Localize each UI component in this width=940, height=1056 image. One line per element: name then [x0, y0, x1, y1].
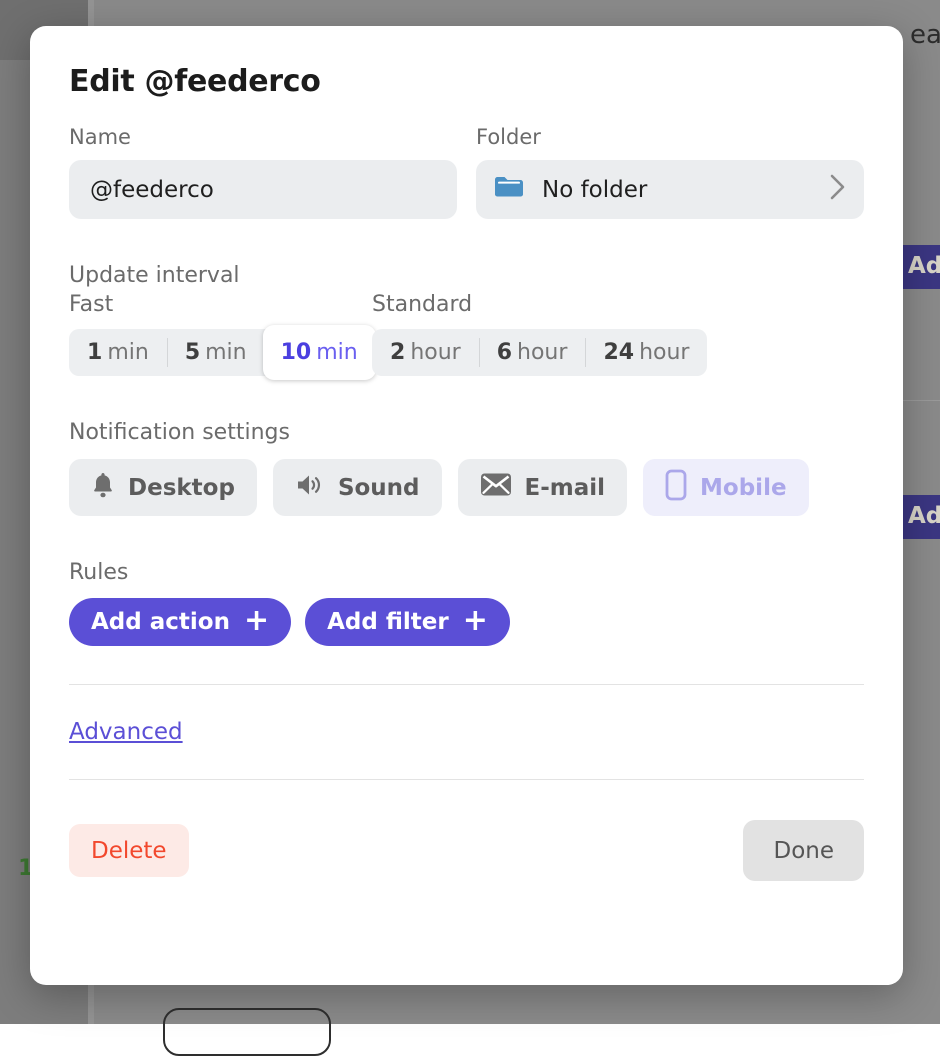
interval-option-unit: min [316, 340, 358, 365]
add-filter-button[interactable]: Add filter + [305, 598, 510, 646]
interval-option-number: 10 [281, 340, 312, 365]
name-label: Name [69, 125, 457, 149]
interval-option-2hour[interactable]: 2 hour [372, 329, 479, 376]
add-filter-label: Add filter [327, 609, 449, 635]
divider-above-advanced [69, 684, 864, 685]
interval-option-number: 5 [185, 340, 200, 365]
notification-chip-desktop[interactable]: Desktop [69, 459, 257, 516]
done-button[interactable]: Done [743, 820, 864, 881]
folder-field-group: Folder No folder [476, 125, 864, 219]
background-add-button[interactable]: Add [900, 245, 940, 289]
notification-chip-mobile[interactable]: Mobile [643, 459, 809, 516]
folder-icon [494, 175, 524, 205]
update-interval-groups: Fast 1 min 5 min 10 min Standard [69, 292, 864, 376]
interval-option-1min[interactable]: 1 min [69, 329, 167, 376]
interval-option-unit: hour [639, 340, 689, 365]
interval-option-unit: hour [517, 340, 567, 365]
divider-below-advanced [69, 779, 864, 780]
advanced-link[interactable]: Advanced [69, 719, 183, 745]
interval-group-standard: Standard 2 hour 6 hour 24 hour [372, 292, 707, 376]
notification-settings-label: Notification settings [69, 420, 864, 445]
interval-option-6hour[interactable]: 6 hour [479, 329, 586, 376]
add-action-label: Add action [91, 609, 230, 635]
edit-feed-dialog: Edit @feederco Name @feederco Folder No … [30, 26, 903, 985]
interval-segmented-fast: 1 min 5 min 10 min [69, 329, 374, 376]
rules-buttons: Add action + Add filter + [69, 598, 864, 646]
name-input[interactable]: @feederco [69, 160, 457, 219]
name-field-group: Name @feederco [69, 125, 457, 219]
envelope-icon [480, 472, 512, 503]
interval-option-unit: min [205, 340, 247, 365]
interval-option-unit: min [107, 340, 149, 365]
notification-chips: Desktop Sound E-mail [69, 459, 864, 516]
interval-option-number: 1 [87, 340, 102, 365]
chevron-right-icon [829, 173, 846, 207]
phone-icon [665, 469, 687, 507]
background-add-button[interactable]: Add [900, 495, 940, 539]
interval-group-standard-label: Standard [372, 292, 707, 317]
interval-option-number: 6 [497, 340, 512, 365]
interval-group-fast: Fast 1 min 5 min 10 min [69, 292, 372, 376]
background-pill[interactable] [163, 1008, 331, 1056]
delete-button[interactable]: Delete [69, 824, 189, 877]
notification-chip-email[interactable]: E-mail [458, 459, 628, 516]
interval-option-24hour[interactable]: 24 hour [585, 329, 707, 376]
folder-value: No folder [542, 177, 647, 203]
interval-option-unit: hour [410, 340, 460, 365]
interval-option-number: 2 [390, 340, 405, 365]
add-action-button[interactable]: Add action + [69, 598, 291, 646]
folder-select[interactable]: No folder [476, 160, 864, 219]
interval-option-number: 24 [603, 340, 634, 365]
interval-option-5min[interactable]: 5 min [167, 329, 265, 376]
interval-group-fast-label: Fast [69, 292, 372, 317]
plus-icon: + [244, 606, 269, 636]
folder-label: Folder [476, 125, 864, 149]
speaker-icon [295, 472, 325, 504]
name-folder-row: Name @feederco Folder No folder [69, 125, 864, 219]
notification-chip-label: Sound [338, 475, 420, 501]
dialog-footer: Delete Done [69, 820, 864, 881]
notification-chip-sound[interactable]: Sound [273, 459, 442, 516]
name-input-value: @feederco [90, 177, 214, 203]
interval-segmented-standard: 2 hour 6 hour 24 hour [372, 329, 707, 376]
bell-icon [91, 471, 115, 505]
notification-chip-label: Desktop [128, 475, 235, 501]
dialog-title: Edit @feederco [69, 64, 864, 99]
rules-label: Rules [69, 560, 864, 585]
notification-chip-label: E-mail [525, 475, 606, 501]
background-heading-clipped: ear [910, 20, 940, 50]
interval-option-10min[interactable]: 10 min [263, 325, 376, 380]
notification-chip-label: Mobile [700, 475, 787, 501]
background-divider [900, 400, 940, 401]
update-interval-label: Update interval [69, 263, 864, 288]
plus-icon: + [463, 606, 488, 636]
